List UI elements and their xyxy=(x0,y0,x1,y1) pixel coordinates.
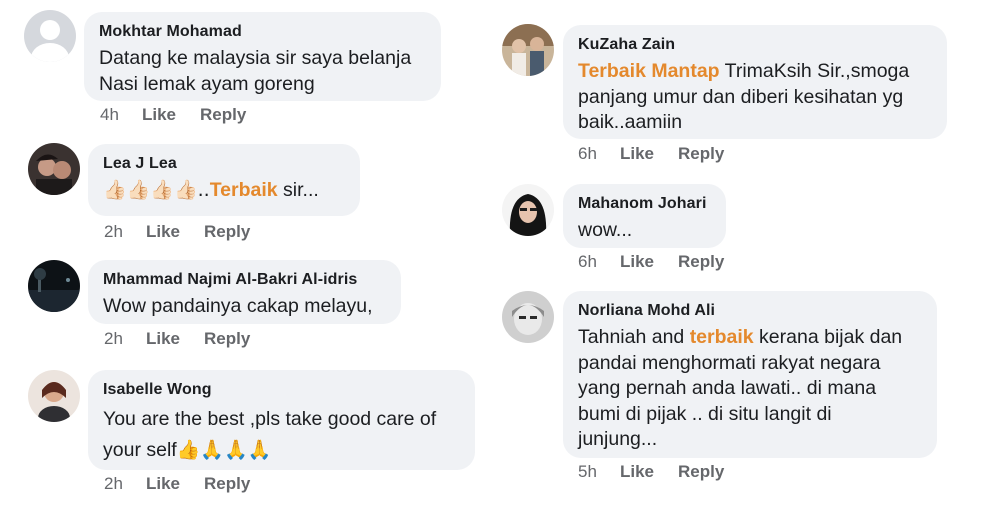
reply-button[interactable]: Reply xyxy=(204,222,250,242)
commenter-name[interactable]: Mhammad Najmi Al-Bakri Al-idris xyxy=(103,270,387,290)
commenter-name[interactable]: Mahanom Johari xyxy=(578,194,712,214)
timestamp[interactable]: 4h xyxy=(100,105,142,125)
comment-bubble: Mhammad Najmi Al-Bakri Al-idris Wow pand… xyxy=(88,260,401,324)
comment-text: 👍🏻👍🏻👍🏻👍🏻..Terbaik sir... xyxy=(103,179,319,201)
reply-button[interactable]: Reply xyxy=(200,105,246,125)
like-button[interactable]: Like xyxy=(620,144,678,164)
avatar-photo-icon[interactable] xyxy=(502,24,554,76)
comment-bubble: KuZaha Zain Terbaik Mantap TrimaKsih Sir… xyxy=(563,25,947,139)
avatar-photo-icon[interactable] xyxy=(502,184,554,236)
commenter-name[interactable]: Isabelle Wong xyxy=(103,380,461,400)
timestamp[interactable]: 6h xyxy=(578,144,620,164)
like-button[interactable]: Like xyxy=(146,474,204,494)
comment-text: Datang ke malaysia sir saya belanja Nasi… xyxy=(99,47,412,95)
comment-actions: 6h Like Reply xyxy=(578,144,724,164)
comment-text: wow... xyxy=(578,219,633,241)
commenter-name[interactable]: KuZaha Zain xyxy=(578,35,933,55)
like-button[interactable]: Like xyxy=(620,252,678,272)
reply-button[interactable]: Reply xyxy=(204,329,250,349)
comment-actions: 4h Like Reply xyxy=(100,105,246,125)
avatar-photo-icon[interactable] xyxy=(28,260,80,312)
thumbs-up-praying-emoji-icon: 👍🙏🙏🙏 xyxy=(176,439,272,461)
comment-actions: 2h Like Reply xyxy=(104,474,250,494)
comment-text: You are the best ,pls take good care of … xyxy=(103,408,437,461)
highlighted-word: Terbaik xyxy=(209,179,278,201)
like-button[interactable]: Like xyxy=(146,329,204,349)
reply-button[interactable]: Reply xyxy=(678,462,724,482)
comment-actions: 6h Like Reply xyxy=(578,252,724,272)
highlighted-word: terbaik xyxy=(689,326,754,348)
comment-bubble: Isabelle Wong You are the best ,pls take… xyxy=(88,370,475,470)
commenter-name[interactable]: Mokhtar Mohamad xyxy=(99,22,427,42)
like-button[interactable]: Like xyxy=(142,105,200,125)
timestamp[interactable]: 5h xyxy=(578,462,620,482)
reply-button[interactable]: Reply xyxy=(678,252,724,272)
timestamp[interactable]: 2h xyxy=(104,329,146,349)
comment-bubble: Mokhtar Mohamad Datang ke malaysia sir s… xyxy=(84,12,441,101)
like-button[interactable]: Like xyxy=(146,222,204,242)
timestamp[interactable]: 2h xyxy=(104,222,146,242)
thumbs-up-emoji-icon: 👍🏻👍🏻👍🏻👍🏻.. xyxy=(103,179,210,201)
avatar-default-icon[interactable] xyxy=(24,10,76,62)
comment-actions: 2h Like Reply xyxy=(104,222,250,242)
highlighted-word: Terbaik Mantap xyxy=(578,60,720,82)
comment-text: Wow pandainya cakap melayu, xyxy=(103,295,373,317)
comment-bubble: Mahanom Johari wow... xyxy=(563,184,726,248)
comment-bubble: Lea J Lea 👍🏻👍🏻👍🏻👍🏻..Terbaik sir... xyxy=(88,144,360,216)
comment-text: Terbaik Mantap TrimaKsih Sir.,smoga panj… xyxy=(578,60,910,133)
comment-text: Tahniah and terbaik kerana bijak dan pan… xyxy=(578,326,903,450)
reply-button[interactable]: Reply xyxy=(204,474,250,494)
comment-bubble: Norliana Mohd Ali Tahniah and terbaik ke… xyxy=(563,291,937,458)
avatar-photo-icon[interactable] xyxy=(502,291,554,343)
reply-button[interactable]: Reply xyxy=(678,144,724,164)
timestamp[interactable]: 2h xyxy=(104,474,146,494)
like-button[interactable]: Like xyxy=(620,462,678,482)
avatar-photo-icon[interactable] xyxy=(28,370,80,422)
comment-actions: 2h Like Reply xyxy=(104,329,250,349)
avatar-photo-icon[interactable] xyxy=(28,143,80,195)
comment-actions: 5h Like Reply xyxy=(578,462,724,482)
timestamp[interactable]: 6h xyxy=(578,252,620,272)
commenter-name[interactable]: Lea J Lea xyxy=(103,154,346,174)
commenter-name[interactable]: Norliana Mohd Ali xyxy=(578,301,923,321)
